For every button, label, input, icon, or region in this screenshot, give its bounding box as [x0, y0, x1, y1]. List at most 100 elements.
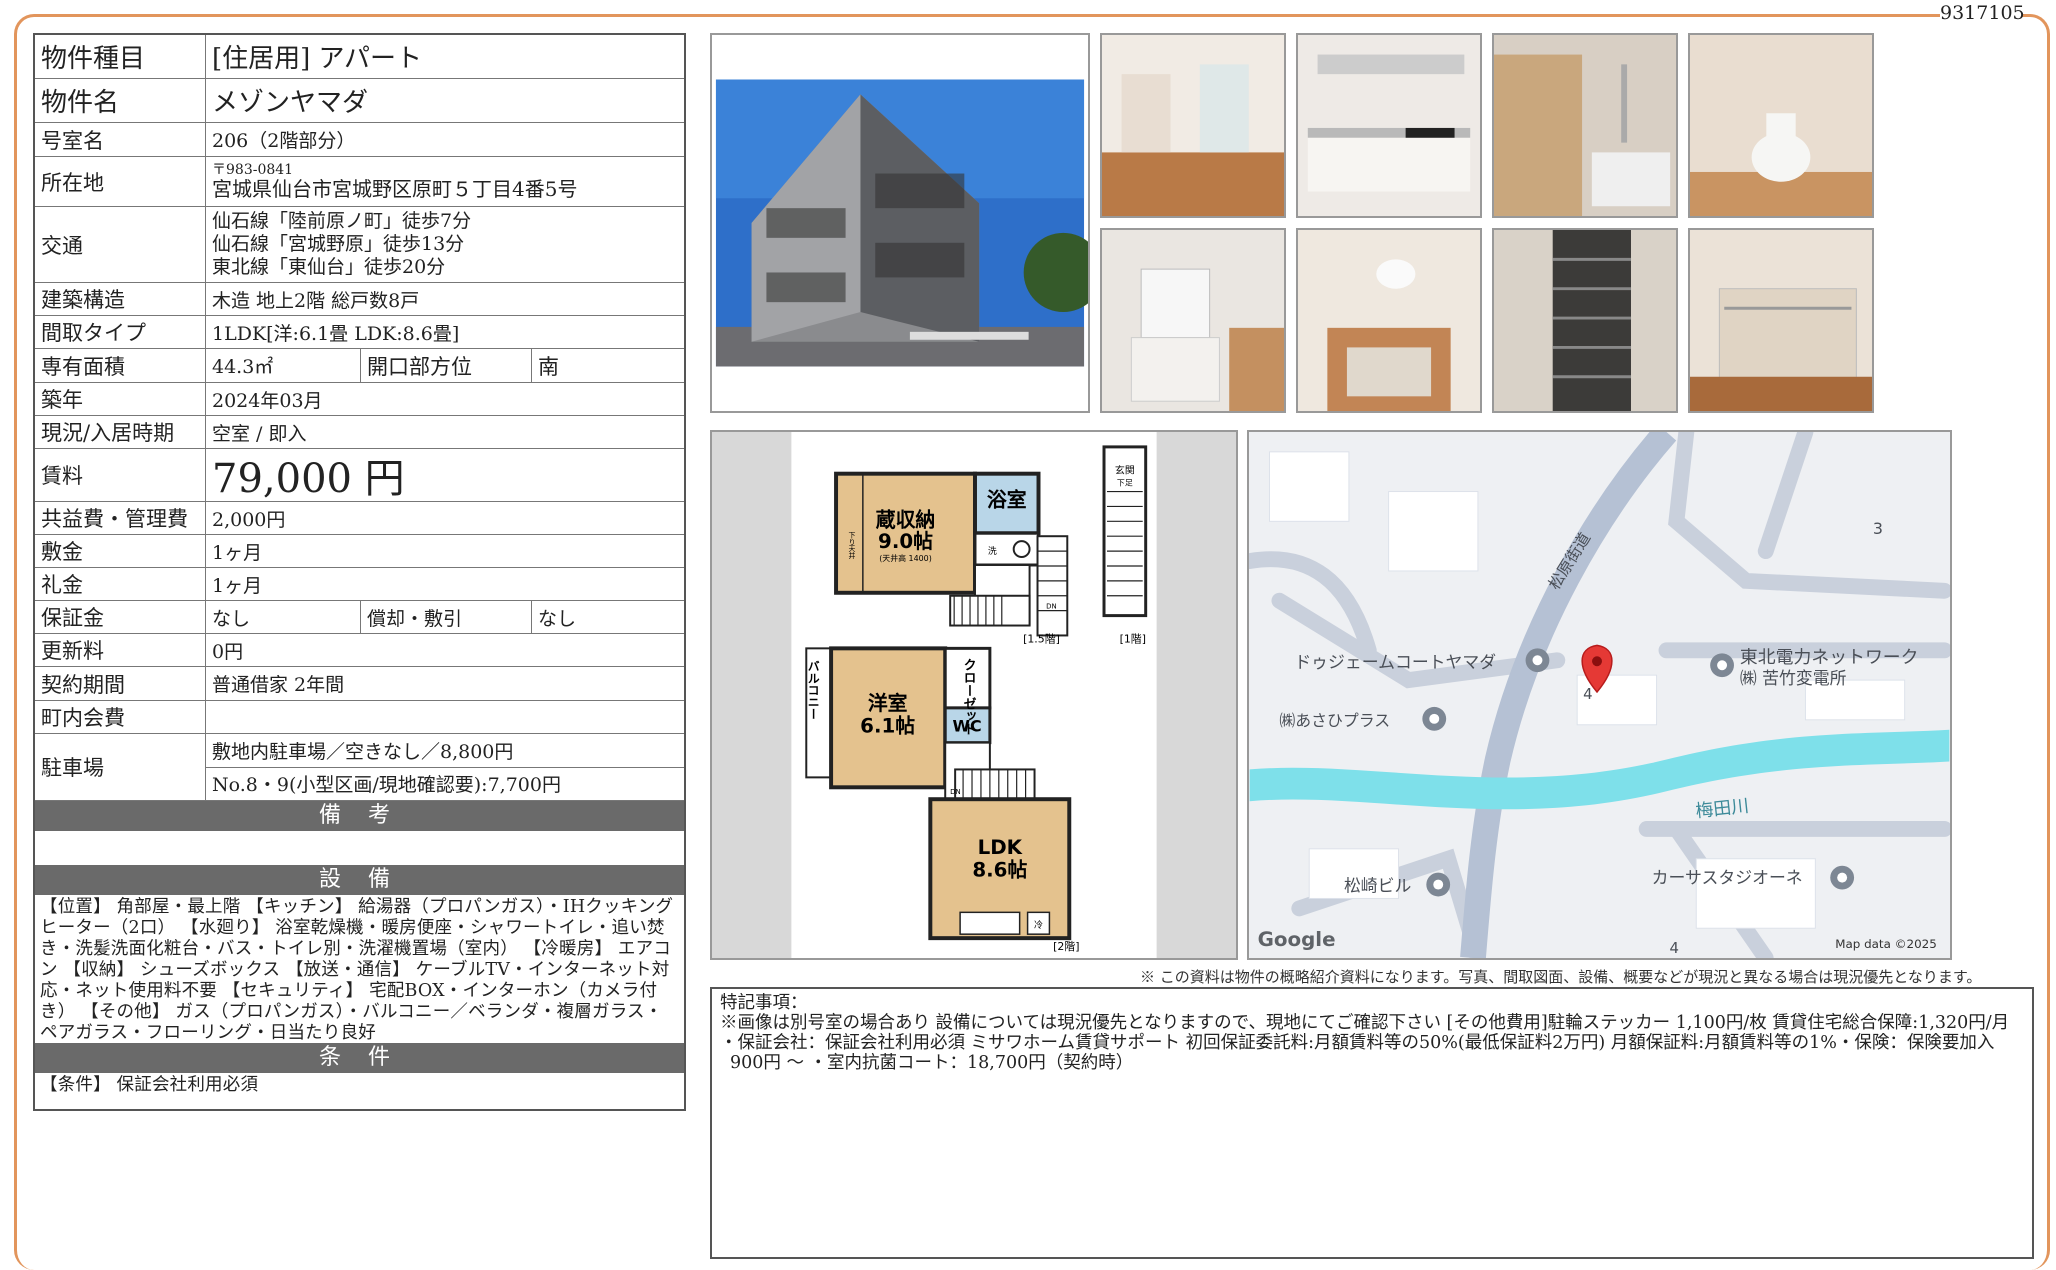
special-notes-box: 特記事項： ※画像は別号室の場合あり 設備については現況優先となりますので、現地…	[710, 987, 2034, 1259]
row-address: 所在地 〒983-0841 宮城県仙台市宮城野区原町５丁目4番5号	[35, 157, 684, 207]
label-western: 洋室	[868, 692, 908, 715]
value-parking: 敷地内駐車場／空きなし／8,800円 No.8・9(小型区画/現地確認要):7,…	[206, 734, 684, 800]
document-id: 9317105	[1940, 2, 2025, 24]
map-google-logo: Google	[1258, 928, 1336, 951]
value-status: 空室 / 即入	[212, 422, 307, 445]
label-ldk: LDK	[978, 836, 1023, 859]
equipment-header: 設 備	[35, 865, 684, 895]
equipment-text: 【位置】 角部屋・最上階 【キッチン】 給湯器（プロパンガス）・IHクッキングヒ…	[40, 897, 674, 1043]
interior-photo-closet	[1688, 228, 1874, 413]
label-parking: 駐車場	[35, 734, 206, 800]
access-line: 東北線「東仙台」徒歩20分	[212, 256, 446, 278]
label-ldk-size: 8.6帖	[972, 859, 1027, 882]
row-common-fee: 共益費・管理費 2,000円	[35, 502, 684, 535]
disclaimer: ※ この資料は物件の概略紹介資料になります。写真、間取図面、設備、概要などが現況…	[1140, 968, 1982, 986]
label-level-2: [2階]	[1053, 939, 1079, 953]
value-contract: 普通借家 2年間	[212, 674, 345, 696]
spec-table: 物件種目 [住居用] アパート 物件名 メゾンヤマダ 号室名 206（2階部分）…	[33, 33, 686, 1111]
label-storage-size: 9.0帖	[878, 530, 933, 553]
label-bath: 浴室	[987, 488, 1027, 511]
row-property-type: 物件種目 [住居用] アパート	[35, 35, 684, 79]
label-deposit: 敷金	[35, 535, 206, 567]
label-entrance: 玄関	[1115, 464, 1135, 477]
value-built: 2024年03月	[212, 389, 323, 412]
floor-plan: 蔵収納 9.0帖 (天井高 1400) 浴室 下り天井 洗 DN 玄関 下足 […	[710, 430, 1238, 960]
value-rent: 79,000 円	[212, 456, 405, 502]
row-structure: 建築構造 木造 地上2階 総戸数8戸	[35, 283, 684, 316]
label-level-1: [1階]	[1120, 631, 1146, 645]
parking-line: No.8・9(小型区画/現地確認要):7,700円	[212, 774, 561, 797]
row-status: 現況/入居時期 空室 / 即入	[35, 416, 684, 449]
row-rent: 賃料 79,000 円	[35, 449, 684, 502]
label-property-name: 物件名	[35, 79, 206, 122]
label-layout: 間取タイプ	[35, 316, 206, 348]
value-guarantee: なし	[206, 601, 361, 633]
row-renewal: 更新料 0円	[35, 634, 684, 667]
map-label-asahi: ㈱あさひプラス	[1279, 711, 1390, 730]
remarks-text	[35, 831, 684, 865]
label-guarantee: 保証金	[35, 601, 206, 633]
label-wc: WC	[952, 717, 981, 736]
value-deposit: 1ヶ月	[212, 541, 263, 564]
interior-photo-bathroom	[1492, 33, 1678, 218]
value-key-money: 1ヶ月	[212, 574, 263, 597]
row-layout: 間取タイプ 1LDK[洋:6.1畳 LDK:8.6畳]	[35, 316, 684, 349]
access-line: 仙石線「陸前原ノ町」徒歩7分	[212, 210, 472, 232]
label-contract: 契約期間	[35, 667, 206, 700]
row-built: 築年 2024年03月	[35, 383, 684, 416]
label-amortization: 償却・敷引	[361, 601, 532, 633]
row-deposit: 敷金 1ヶ月	[35, 535, 684, 568]
value-property-name: メゾンヤマダ	[212, 88, 369, 118]
label-western-size: 6.1帖	[860, 715, 915, 738]
value-access: 仙石線「陸前原ノ町」徒歩7分 仙石線「宮城野原」徒歩13分 東北線「東仙台」徒歩…	[206, 207, 684, 282]
value-area: 44.3㎡	[206, 349, 361, 382]
value-direction: 南	[538, 354, 559, 379]
map-label-casa: カーサスタジオーネ	[1652, 868, 1803, 888]
value-renewal: 0円	[212, 640, 244, 663]
label-fridge: 冷	[1034, 919, 1043, 931]
label-structure: 建築構造	[35, 283, 206, 315]
row-room-no: 号室名 206（2階部分）	[35, 123, 684, 157]
map-label-tohoku: 東北電力ネットワーク	[1740, 647, 1919, 668]
row-access: 交通 仙石線「陸前原ノ町」徒歩7分 仙石線「宮城野原」徒歩13分 東北線「東仙台…	[35, 207, 684, 283]
label-renewal: 更新料	[35, 634, 206, 666]
row-contract: 契約期間 普通借家 2年間	[35, 667, 684, 701]
interior-photo-kitchen	[1296, 33, 1482, 218]
row-community-fee: 町内会費	[35, 701, 684, 734]
label-storage-note: (天井高 1400)	[879, 553, 932, 563]
label-balcony: バルコニー	[806, 660, 820, 720]
conditions-text: 【条件】 保証会社利用必須	[40, 1075, 259, 1095]
interior-photo-stairs	[1492, 228, 1678, 413]
remarks-header: 備 考	[35, 801, 684, 831]
row-parking: 駐車場 敷地内駐車場／空きなし／8,800円 No.8・9(小型区画/現地確認要…	[35, 734, 684, 801]
label-common-fee: 共益費・管理費	[35, 502, 206, 534]
exterior-photo	[710, 33, 1090, 413]
label-dn-lower: DN	[950, 788, 961, 796]
label-level-15: [1.5階]	[1023, 631, 1060, 645]
label-dn-upper: DN	[1046, 603, 1057, 611]
row-guarantee: 保証金 なし 償却・敷引 なし	[35, 601, 684, 634]
value-structure: 木造 地上2階 総戸数8戸	[212, 289, 420, 312]
map-label-dujame: ドゥジェームコートヤマダ	[1294, 652, 1496, 672]
interior-photo-entrance	[1296, 228, 1482, 413]
row-property-name: 物件名 メゾンヤマダ	[35, 79, 684, 123]
map-label-substation: ㈱ 苦竹変電所	[1740, 668, 1847, 688]
label-community-fee: 町内会費	[35, 701, 206, 733]
label-built: 築年	[35, 383, 206, 415]
map-number-4a: 4	[1583, 685, 1592, 703]
value-address: 〒983-0841 宮城県仙台市宮城野区原町５丁目4番5号	[206, 157, 684, 206]
label-key-money: 礼金	[35, 568, 206, 600]
row-key-money: 礼金 1ヶ月	[35, 568, 684, 601]
label-address: 所在地	[35, 157, 206, 206]
value-room-no: 206（2階部分）	[212, 130, 356, 152]
row-area: 専有面積 44.3㎡ 開口部方位 南	[35, 349, 684, 383]
interior-photo-washroom	[1100, 228, 1286, 413]
parking-line: 敷地内駐車場／空きなし／8,800円	[206, 734, 684, 768]
value-amortization: なし	[538, 607, 577, 630]
location-map: ドゥジェームコートヤマダ ㈱あさひプラス 東北電力ネットワーク ㈱ 苦竹変電所 …	[1247, 430, 1952, 960]
access-line: 仙石線「宮城野原」徒歩13分	[212, 233, 465, 255]
label-access: 交通	[35, 207, 206, 282]
label-property-type: 物件種目	[35, 35, 206, 78]
value-layout: 1LDK[洋:6.1畳 LDK:8.6畳]	[212, 322, 460, 345]
notes-line: ※画像は別号室の場合あり 設備については現況優先となりますので、現地にてご確認下…	[720, 1013, 2010, 1033]
